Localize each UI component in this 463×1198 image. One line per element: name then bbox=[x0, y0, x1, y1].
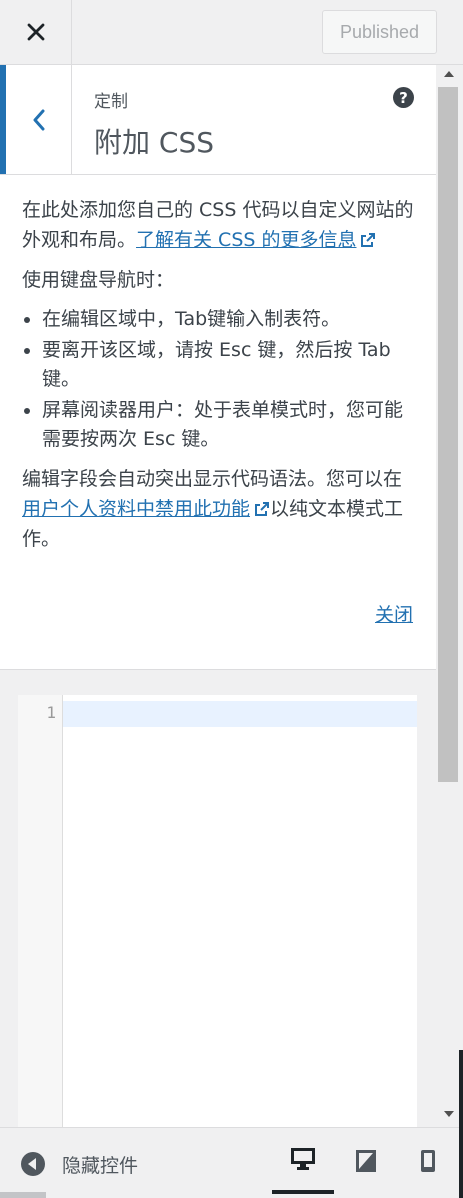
customizer-header: Published bbox=[0, 0, 463, 65]
keyboard-tips-list: 在编辑区域中，Tab键输入制表符。 要离开该区域，请按 Esc 键，然后按 Ta… bbox=[22, 305, 414, 454]
list-item: 屏幕阅读器用户：处于表单模式时，您可能需要按两次 Esc 键。 bbox=[42, 396, 414, 454]
tablet-icon bbox=[356, 1150, 376, 1172]
scroll-up-arrow-icon[interactable] bbox=[444, 71, 454, 77]
external-link-icon bbox=[361, 233, 376, 247]
mobile-icon bbox=[421, 1150, 435, 1172]
learn-css-link[interactable]: 了解有关 CSS 的更多信息 bbox=[136, 229, 356, 251]
section-title: 附加 CSS bbox=[94, 126, 214, 159]
back-button[interactable] bbox=[0, 65, 72, 174]
customizer-footer: 隐藏控件 bbox=[0, 1127, 459, 1198]
user-profile-link[interactable]: 用户个人资料中禁用此功能 bbox=[22, 498, 250, 520]
section-header: 定制 附加 CSS ? bbox=[0, 65, 436, 175]
collapse-arrow-icon bbox=[21, 1152, 45, 1176]
keyboard-heading: 使用键盘导航时： bbox=[22, 269, 175, 291]
intro-paragraph: 在此处添加您自己的 CSS 代码以自定义网站的外观和布局。了解有关 CSS 的更… bbox=[22, 195, 414, 255]
chevron-left-icon bbox=[33, 109, 44, 130]
desktop-icon bbox=[291, 1148, 315, 1170]
line-number-gutter: 1 bbox=[18, 695, 63, 1127]
close-customizer-button[interactable] bbox=[0, 0, 72, 64]
close-icon bbox=[27, 23, 44, 41]
active-code-line[interactable] bbox=[63, 701, 417, 727]
list-item: 在编辑区域中，Tab键输入制表符。 bbox=[42, 305, 414, 334]
window-edge bbox=[459, 1050, 463, 1198]
line-number: 1 bbox=[46, 703, 56, 722]
external-link-icon bbox=[255, 502, 270, 516]
publish-button[interactable]: Published bbox=[322, 10, 437, 54]
help-icon[interactable]: ? bbox=[393, 87, 414, 108]
syntax-paragraph: 编辑字段会自动突出显示代码语法。您可以在用户个人资料中禁用此功能 以纯文本模式工作… bbox=[22, 464, 414, 554]
preview-desktop-button[interactable] bbox=[272, 1128, 334, 1194]
panel-scrollbar[interactable] bbox=[436, 65, 463, 1127]
section-breadcrumb: 定制 bbox=[94, 92, 128, 112]
scrollbar-thumb[interactable] bbox=[438, 87, 458, 782]
css-code-editor[interactable]: 1 bbox=[18, 695, 417, 1127]
hide-controls-button[interactable]: 隐藏控件 bbox=[20, 1150, 138, 1178]
preview-tablet-button[interactable] bbox=[335, 1128, 397, 1194]
hide-controls-label: 隐藏控件 bbox=[62, 1154, 139, 1177]
footer-accent-bar bbox=[0, 1192, 46, 1198]
syntax-prefix: 编辑字段会自动突出显示代码语法。您可以在 bbox=[22, 468, 403, 490]
css-description-panel: 在此处添加您自己的 CSS 代码以自定义网站的外观和布局。了解有关 CSS 的更… bbox=[0, 175, 436, 670]
close-description-link[interactable]: 关闭 bbox=[375, 600, 413, 630]
preview-mobile-button[interactable] bbox=[397, 1128, 459, 1194]
scroll-down-arrow-icon[interactable] bbox=[444, 1111, 454, 1117]
list-item: 要离开该区域，请按 Esc 键，然后按 Tab 键。 bbox=[42, 336, 414, 394]
